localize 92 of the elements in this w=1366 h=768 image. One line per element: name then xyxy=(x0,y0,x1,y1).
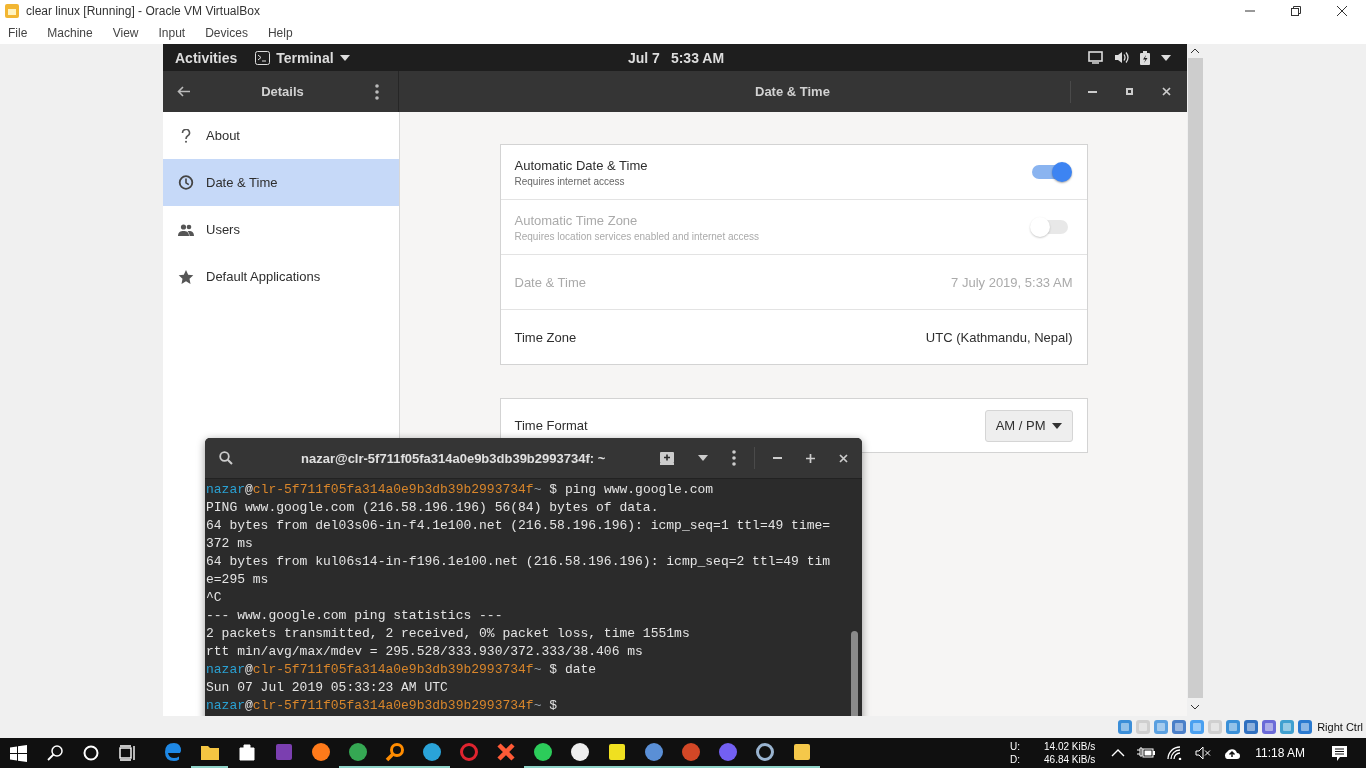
terminal-line: nazar@clr-5f711f05fa314a0e9b3db39b2993734f~ $ ping www.google.com xyxy=(206,481,714,499)
terminal-line: Sun 07 Jul 2019 05:33:23 AM UTC xyxy=(206,679,448,697)
terminal-line: e=295 ms xyxy=(206,571,269,589)
scrollbar-thumb[interactable] xyxy=(851,631,858,716)
row-subtitle: Requires location services enabled and internet access xyxy=(514,230,760,242)
activities-button[interactable]: Activities xyxy=(175,49,238,66)
back-arrow-icon[interactable] xyxy=(177,86,190,97)
menu-item[interactable]: Machine xyxy=(47,26,93,40)
plus-icon[interactable] xyxy=(806,453,815,463)
star-icon xyxy=(178,269,194,284)
sidebar-item[interactable]: Date & Time xyxy=(163,159,399,206)
clock-label[interactable]: 5:33 AM xyxy=(670,49,725,66)
terminal-line: 64 bytes from del03s06-in-f4.1e100.net (216.58.196.196): icmp_seq=1 ttl=49 time= xyxy=(206,517,831,535)
upload-speed: 14.02 KiB/s xyxy=(1044,740,1096,753)
close-icon[interactable] xyxy=(1337,6,1347,16)
speaker-muted-icon[interactable] xyxy=(1195,746,1212,760)
caret-icon[interactable] xyxy=(698,455,708,461)
terminal-line: PING www.google.com (216.58.196.196) 56(84) bytes of data. xyxy=(206,499,659,517)
wifi-icon[interactable] xyxy=(1167,746,1184,760)
row-title: Time Format xyxy=(514,418,588,433)
menu-item[interactable]: Devices xyxy=(205,26,248,40)
row-title: Automatic Date & Time xyxy=(514,157,648,173)
chevron-up-icon[interactable] xyxy=(1111,749,1126,757)
cortana-icon[interactable] xyxy=(83,745,99,761)
new-tab-icon[interactable] xyxy=(660,451,674,465)
row-title: Time Zone xyxy=(514,329,577,345)
terminal-line: nazar@clr-5f711f05fa314a0e9b3db39b2993734f~ $ date xyxy=(206,661,597,679)
menu-item[interactable]: Input xyxy=(158,26,186,40)
terminal-icon xyxy=(255,50,271,65)
terminal-line: nazar@clr-5f711f05fa314a0e9b3db39b2993734f~ $ xyxy=(206,697,558,715)
caret-icon xyxy=(1051,422,1062,429)
search-icon[interactable] xyxy=(47,745,63,761)
settings-row[interactable]: Time Zone UTC (Kathmandu, Nepal) xyxy=(500,309,1087,364)
row-value: 7 July 2019, 5:33 AM xyxy=(951,274,1073,290)
row-title: Automatic Time Zone xyxy=(514,212,639,228)
page-title: Date & Time xyxy=(755,84,830,99)
maximize-icon[interactable] xyxy=(1126,88,1133,95)
terminal-title: nazar@clr-5f711f05fa314a0e9b3db39b2993734f: ~ xyxy=(301,450,606,466)
power-plug-battery-icon[interactable] xyxy=(1137,747,1156,759)
menu-item[interactable]: Help xyxy=(267,26,293,40)
virtualbox-icon xyxy=(4,3,20,19)
speaker-icon xyxy=(1114,51,1129,64)
taskbar-clock[interactable]: 11:18 AM xyxy=(1255,746,1305,760)
terminal-line: ^C xyxy=(206,589,222,607)
terminal-line: 2 packets transmitted, 2 received, 0% packet loss, time 1551ms xyxy=(206,625,690,643)
menu-item[interactable]: File xyxy=(8,26,28,40)
cloud-upload-icon[interactable] xyxy=(1223,747,1242,759)
terminal-line: 64 bytes from kul06s14-in-f196.1e100.net (216.58.196.196): icmp_seq=2 ttl=49 tim xyxy=(206,553,831,571)
task-view-icon[interactable] xyxy=(119,745,136,761)
device-status-icon[interactable] xyxy=(1225,719,1242,735)
date-label[interactable]: Jul 7 xyxy=(628,49,660,66)
device-status-icon[interactable] xyxy=(1261,719,1278,735)
download-speed: 46.84 KiB/s xyxy=(1044,753,1096,766)
row-value: UTC (Kathmandu, Nepal) xyxy=(925,329,1073,345)
notification-icon[interactable] xyxy=(1331,744,1348,762)
clock-icon xyxy=(178,175,194,190)
scrollbar-thumb[interactable] xyxy=(1187,58,1203,698)
window-title: clear linux [Running] - Oracle VM VirtualBox xyxy=(26,4,260,18)
panel-title: Details xyxy=(261,84,304,99)
download-label: D: xyxy=(1010,753,1021,766)
device-status-icon[interactable] xyxy=(1243,719,1260,735)
device-status-icon[interactable] xyxy=(1117,719,1134,735)
host-key-label: Right Ctrl xyxy=(1317,721,1363,733)
device-status-icon[interactable] xyxy=(1297,719,1314,735)
row-title: Date & Time xyxy=(514,274,587,290)
search-icon[interactable] xyxy=(219,451,233,465)
users-icon xyxy=(178,223,194,236)
terminal-line: 372 ms xyxy=(206,535,253,553)
app-menu-label[interactable]: Terminal xyxy=(276,49,334,66)
sidebar-item[interactable]: About xyxy=(163,112,399,159)
sidebar-item[interactable]: Default Applications xyxy=(163,253,399,300)
device-status-icon[interactable] xyxy=(1171,719,1188,735)
minimize-icon[interactable] xyxy=(1088,90,1097,93)
scroll-down-icon[interactable] xyxy=(1191,705,1199,710)
time-format-dropdown[interactable]: AM / PM xyxy=(984,409,1073,442)
kebab-menu-icon[interactable] xyxy=(375,83,379,100)
menu-item[interactable]: View xyxy=(112,26,139,40)
terminal-line: --- www.google.com ping statistics --- xyxy=(206,607,503,625)
device-status-icon[interactable] xyxy=(1279,719,1296,735)
terminal-line: rtt min/avg/max/mdev = 295.528/333.930/372.333/38.406 ms xyxy=(206,643,643,661)
battery-icon xyxy=(1140,50,1150,65)
screen-icon xyxy=(1088,51,1103,64)
windows-start-icon[interactable] xyxy=(10,744,27,762)
maximize-icon[interactable] xyxy=(1291,6,1301,16)
kebab-menu-icon[interactable] xyxy=(732,450,736,466)
row-subtitle: Requires internet access xyxy=(514,175,626,187)
settings-row[interactable]: Automatic Date & Time Requires internet access xyxy=(500,145,1087,199)
caret-icon xyxy=(339,54,350,61)
sidebar-item[interactable]: Users xyxy=(163,206,399,253)
scroll-up-icon[interactable] xyxy=(1191,48,1199,53)
upload-label: U: xyxy=(1010,740,1021,753)
caret-icon[interactable] xyxy=(1161,54,1171,61)
